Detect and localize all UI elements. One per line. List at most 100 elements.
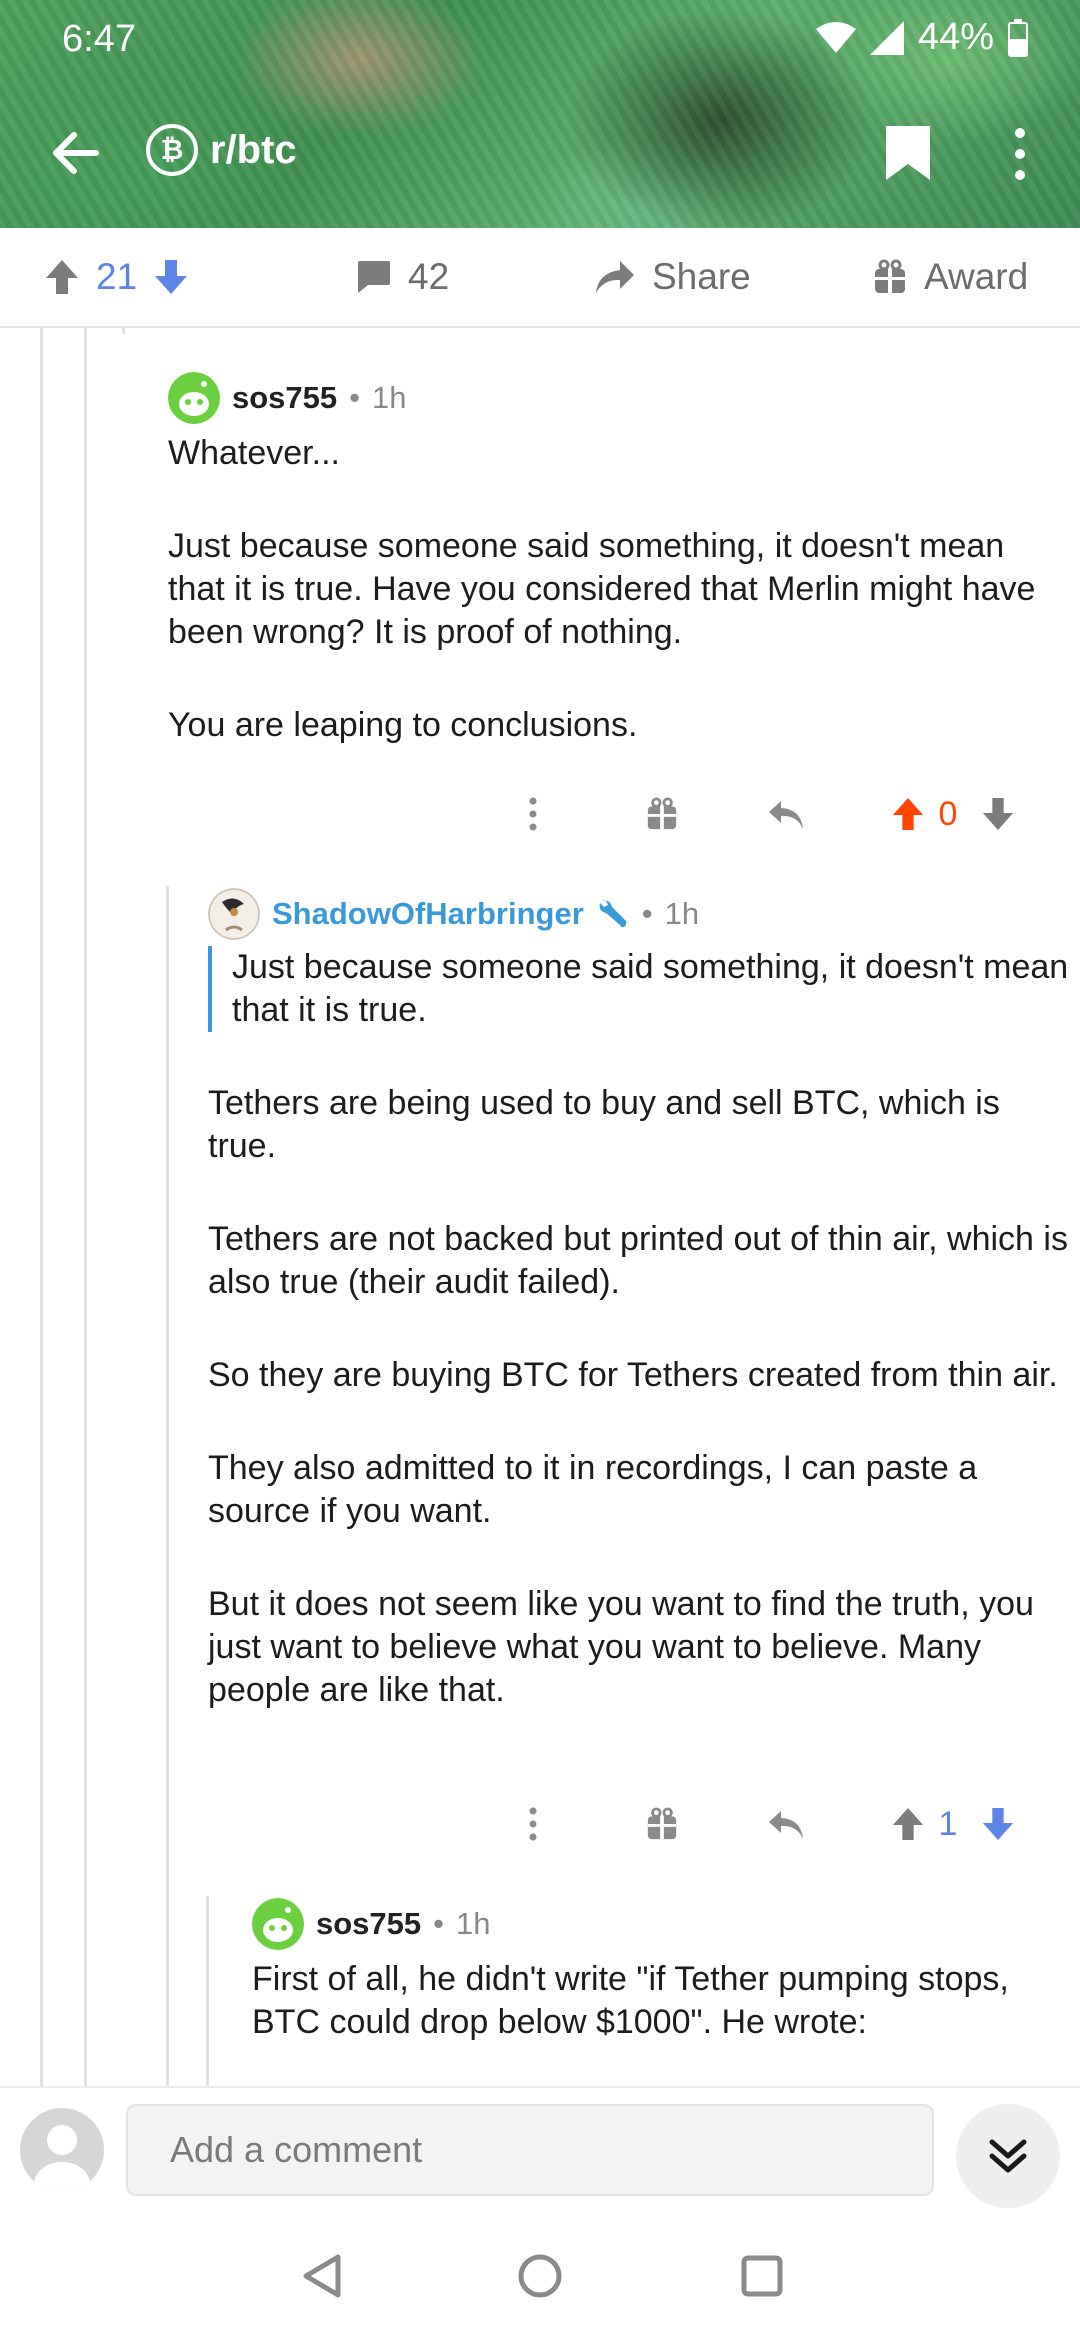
comment-actions: 1 [500,1794,1060,1854]
wifi-icon [815,21,856,53]
upvote-button[interactable] [888,1794,928,1854]
comment-header: sos755 • 1h [252,1896,1052,1952]
subreddit-header: 6:47 44% ₿ r/btc [0,0,1080,228]
award-button[interactable]: Award [872,228,1028,326]
avatar[interactable] [252,1898,304,1950]
comment-author[interactable]: ShadowOfHarbringer [272,896,584,932]
more-options-button[interactable] [1000,122,1040,186]
nav-back-button[interactable] [290,2244,354,2308]
comment-paragraph: Just because someone said something, it … [168,527,1036,651]
upvote-icon [892,1807,924,1841]
comment-paragraph: You are leaping to conclusions. [168,706,638,744]
award-label: Award [924,256,1029,297]
signal-icon [869,20,904,55]
gift-icon [875,259,905,293]
comment-paragraph: Whatever... [168,434,340,472]
comment-count: 42 [408,256,450,297]
comment-age: 1h [664,896,700,931]
circle-home-icon [518,2254,562,2298]
avatar[interactable] [168,372,220,424]
thread-line-level-2[interactable] [84,328,87,2086]
comments-button[interactable]: 42 [354,228,449,326]
system-nav-bar [0,2212,1080,2340]
comment-author[interactable]: sos755 [316,1906,421,1942]
add-comment-input[interactable]: Add a comment [126,2104,934,2196]
comment-paragraph: Tethers are not backed but printed out o… [208,1220,1068,1301]
comment-paragraph: First of all, he didn't write "if Tether… [252,1960,1009,2041]
comment-more-button[interactable] [518,784,548,844]
comment-body: Whatever... Just because someone said so… [168,432,1048,747]
downvote-button[interactable] [978,784,1018,844]
downvote-icon [982,1807,1014,1841]
reply-icon [769,1811,803,1839]
upvote-icon[interactable] [44,258,80,296]
comment-more-button[interactable] [518,1794,548,1854]
snoo-avatar-icon [252,1898,304,1950]
dots-vertical-icon [529,797,537,831]
downvote-icon[interactable] [153,258,189,296]
status-icons: 44% [815,16,1028,59]
my-avatar[interactable] [20,2108,104,2192]
comment-paragraph: But it does not seem like you want to fi… [208,1585,1034,1709]
comment-reply-button[interactable] [762,784,812,844]
comment-body: Just because someone said something, it … [208,946,1070,1712]
battery-icon [1008,18,1028,57]
thread-line-level-3b[interactable] [166,886,169,2086]
comment-score: 1 [938,1804,958,1843]
snoo-avatar-icon [168,372,220,424]
upvote-icon [892,797,924,831]
comment-body: First of all, he didn't write "if Tether… [252,1958,1052,2044]
gift-icon [647,797,677,830]
share-label: Share [652,256,751,297]
post-action-bar: 21 42 Share Award [0,228,1080,328]
comment-paragraph: So they are buying BTC for Tethers creat… [208,1356,1058,1394]
downvote-icon [982,797,1014,831]
chevron-double-down-icon [989,2139,1027,2173]
subreddit-name: r/btc [210,127,297,172]
share-icon [596,261,634,293]
comment-age: 1h [456,1906,491,1941]
arrow-left-icon [53,132,99,174]
square-recents-icon [741,2255,783,2297]
gift-icon [647,1807,677,1840]
thread-line-level-3[interactable] [122,328,125,334]
blockquote: Just because someone said something, it … [208,946,1070,1032]
comment-reply-button[interactable] [762,1794,812,1854]
bookmark-icon [886,126,930,180]
comment-paragraph: They also admitted to it in recordings, … [208,1449,978,1530]
subreddit-link[interactable]: ₿ r/btc [146,124,297,176]
post-score: 21 [96,256,138,297]
share-button[interactable]: Share [594,228,751,326]
comment-thread: sos755 • 1h Whatever... Just because som… [0,328,1080,2086]
downvote-button[interactable] [978,1794,1018,1854]
thread-line-level-4[interactable] [206,1896,209,2086]
comment-actions: 0 [500,784,1060,844]
comment-paragraph: Tethers are being used to buy and sell B… [208,1084,1000,1165]
wrench-mod-icon [599,900,627,928]
comment: sos755 • 1h Whatever... Just because som… [168,370,1048,747]
comment-award-button[interactable] [640,784,684,844]
nav-home-button[interactable] [508,2244,572,2308]
save-button[interactable] [884,124,942,182]
avatar[interactable] [208,888,260,940]
comment-author[interactable]: sos755 [232,380,337,416]
triangle-back-icon [303,2254,341,2298]
comment-icon [358,261,390,293]
dots-vertical-icon [529,1807,537,1841]
nav-recents-button[interactable] [730,2244,794,2308]
status-time: 6:47 [62,18,136,60]
comment-composer-bar: Add a comment [0,2086,1080,2214]
comment-header: ShadowOfHarbringer • 1h [208,886,1070,942]
upvote-button[interactable] [888,784,928,844]
comment: ShadowOfHarbringer • 1h Just because som… [208,886,1070,1712]
user-avatar-icon [208,888,260,940]
meta-separator: • [641,896,653,931]
collapse-threads-button[interactable] [956,2104,1060,2208]
bitcoin-icon: ₿ [146,124,198,176]
thread-line-level-1[interactable] [40,328,43,2086]
back-button[interactable] [40,118,110,188]
battery-percent: 44% [917,16,994,58]
comment-header: sos755 • 1h [168,370,1048,426]
comment-award-button[interactable] [640,1794,684,1854]
comment: sos755 • 1h First of all, he didn't writ… [252,1896,1052,2044]
